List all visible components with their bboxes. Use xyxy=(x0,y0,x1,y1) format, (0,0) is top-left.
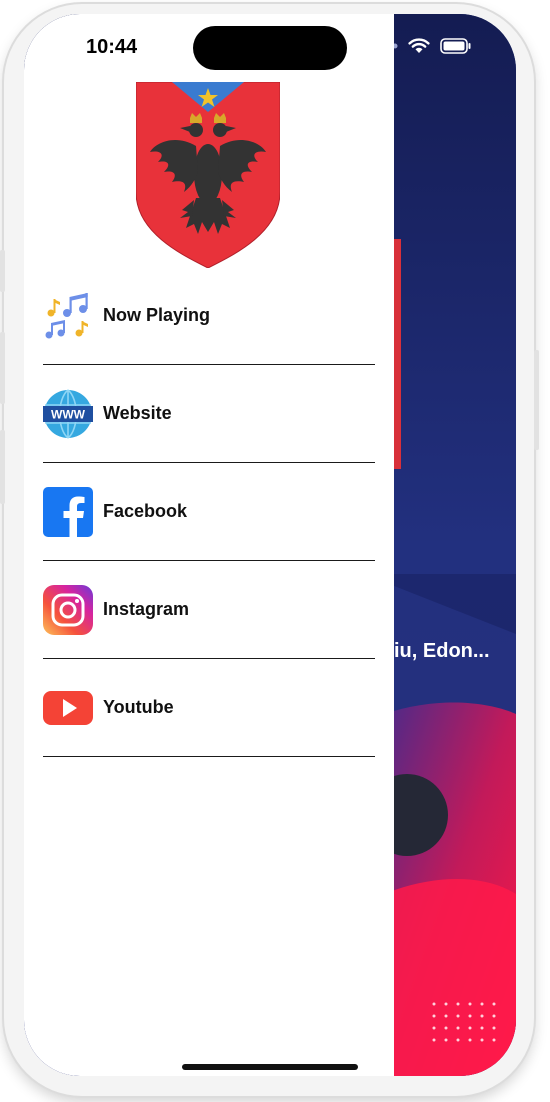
svg-text:WWW: WWW xyxy=(51,407,86,421)
menu-item-label: Now Playing xyxy=(103,305,211,325)
menu-item-now-playing[interactable]: Now Playing xyxy=(43,267,375,365)
mute-switch xyxy=(0,430,5,504)
instagram-icon xyxy=(43,584,93,635)
volume-up-button xyxy=(0,250,5,292)
menu-item-label: Facebook xyxy=(103,501,188,521)
status-time: 10:44 xyxy=(86,36,138,58)
status-icons xyxy=(392,38,472,54)
menu-item-facebook[interactable]: Facebook xyxy=(43,463,375,561)
facebook-icon xyxy=(43,486,93,537)
now-playing-track-text: iu, Edon... xyxy=(394,640,490,662)
dynamic-island xyxy=(193,26,347,70)
menu-item-youtube[interactable]: Youtube xyxy=(43,659,375,757)
navigation-drawer: Now Playing WWW Website Facebook Instagr… xyxy=(24,14,394,1076)
wifi-icon xyxy=(408,38,430,53)
menu-item-label: Instagram xyxy=(103,599,190,619)
coat-of-arms-icon xyxy=(136,82,280,268)
youtube-icon xyxy=(43,683,93,733)
volume-down-button xyxy=(0,332,5,404)
menu-item-website[interactable]: WWW Website xyxy=(43,365,375,463)
album-art-edge xyxy=(394,239,401,469)
phone-screen: iu, Edon... Now Playing WWW Website Face… xyxy=(24,14,516,1076)
www-globe-icon: WWW xyxy=(43,388,93,439)
menu-item-label: Youtube xyxy=(103,697,174,717)
menu-item-instagram[interactable]: Instagram xyxy=(43,561,375,659)
battery-icon xyxy=(440,38,471,54)
menu-item-label: Website xyxy=(103,403,172,423)
music-notes-icon xyxy=(43,291,93,341)
home-indicator[interactable] xyxy=(182,1064,358,1070)
drawer-menu: Now Playing WWW Website Facebook Instagr… xyxy=(43,267,375,757)
power-button xyxy=(534,350,539,450)
